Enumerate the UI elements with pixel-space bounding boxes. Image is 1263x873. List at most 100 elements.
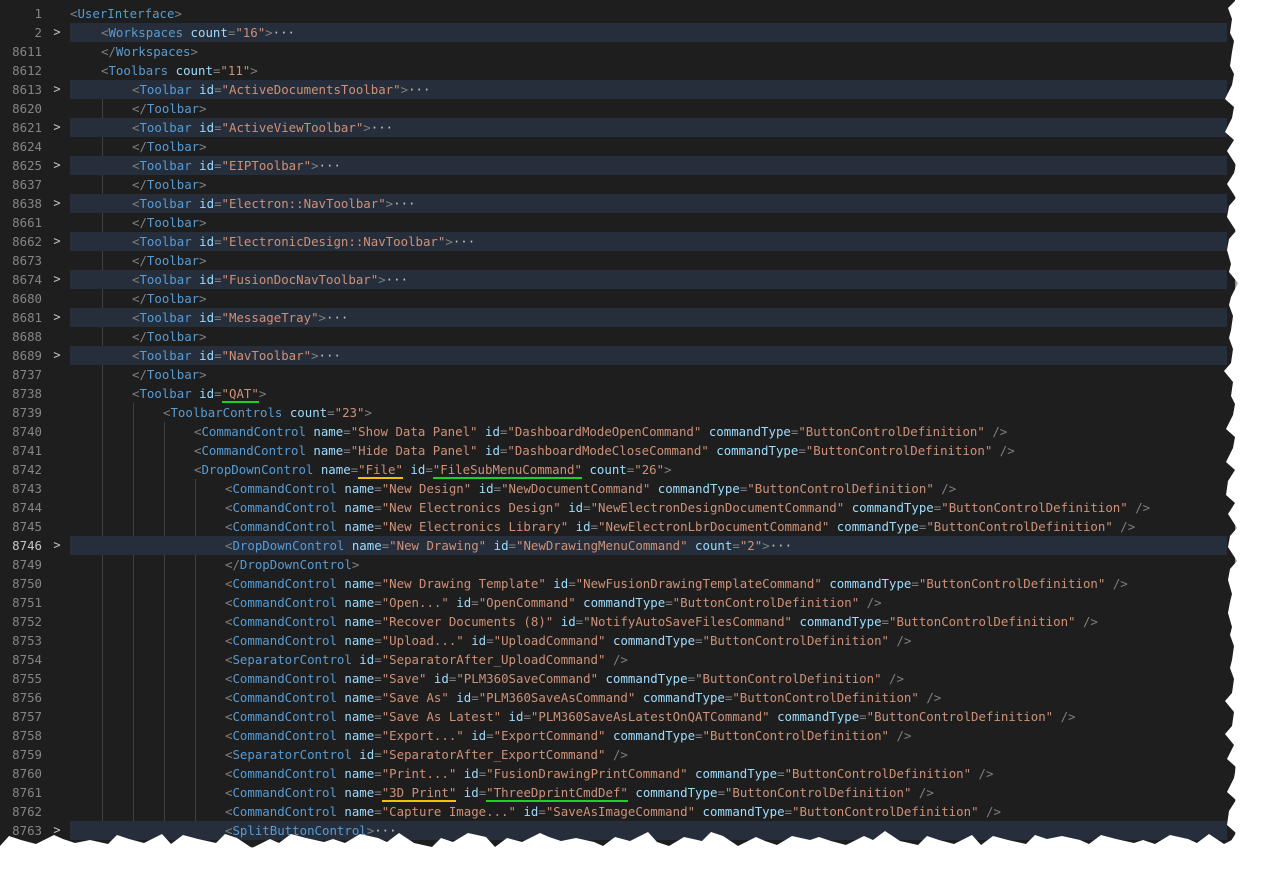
code-text[interactable]: <Toolbar id="QAT"> bbox=[132, 384, 266, 403]
code-text[interactable]: <Toolbar id="EIPToolbar">··· bbox=[132, 156, 341, 175]
code-text[interactable]: <CommandControl name="New Electronics De… bbox=[225, 498, 1150, 517]
code-text[interactable]: <SeparatorControl id="SeparatorAfter_Exp… bbox=[225, 745, 628, 764]
code-line[interactable]: 8740 <CommandControl name="Show Data Pane… bbox=[0, 422, 1235, 441]
code-line[interactable]: 8750 <CommandControl name="New Drawing Te… bbox=[0, 574, 1235, 593]
code-text[interactable]: <SplitButtonControl>··· bbox=[225, 821, 397, 840]
fold-chevron-icon[interactable]: > bbox=[50, 232, 64, 251]
folded-ellipsis-icon[interactable]: ··· bbox=[393, 196, 415, 211]
folded-code-line[interactable]: 8621 > <Toolbar id="ActiveViewToolbar">··· bbox=[0, 118, 1235, 137]
code-line[interactable]: 8749 </DropDownControl> bbox=[0, 555, 1235, 574]
code-text[interactable]: <Toolbar id="ElectronicDesign::NavToolba… bbox=[132, 232, 475, 251]
folded-ellipsis-icon[interactable]: ··· bbox=[374, 823, 396, 838]
code-line[interactable]: 8760 <CommandControl name="Print..." id="… bbox=[0, 764, 1235, 783]
code-text[interactable]: <CommandControl name="Show Data Panel" i… bbox=[194, 422, 1007, 441]
code-line[interactable]: 8612 <Toolbars count="11"> bbox=[0, 61, 1235, 80]
fold-chevron-icon[interactable]: > bbox=[50, 308, 64, 327]
code-text[interactable]: <Toolbar id="ActiveDocumentsToolbar">··· bbox=[132, 80, 430, 99]
fold-chevron-icon[interactable]: > bbox=[50, 821, 64, 840]
code-text[interactable]: </Workspaces> bbox=[101, 42, 198, 61]
code-line[interactable]: 8759 <SeparatorControl id="SeparatorAfter… bbox=[0, 745, 1235, 764]
code-text[interactable]: </Toolbar> bbox=[132, 289, 207, 308]
code-line[interactable]: 8745 <CommandControl name="New Electronic… bbox=[0, 517, 1235, 536]
folded-code-line[interactable]: 8625 > <Toolbar id="EIPToolbar">··· bbox=[0, 156, 1235, 175]
folded-code-line[interactable]: 8689 > <Toolbar id="NavToolbar">··· bbox=[0, 346, 1235, 365]
folded-ellipsis-icon[interactable]: ··· bbox=[326, 310, 348, 325]
code-text[interactable]: </Toolbar> bbox=[132, 137, 207, 156]
code-line[interactable]: 8738 <Toolbar id="QAT"> bbox=[0, 384, 1235, 403]
code-line[interactable]: 8637 </Toolbar> bbox=[0, 175, 1235, 194]
code-text[interactable]: <CommandControl name="Print..." id="Fusi… bbox=[225, 764, 993, 783]
fold-chevron-icon[interactable]: > bbox=[50, 194, 64, 213]
code-line[interactable]: 8756 <CommandControl name="Save As" id="P… bbox=[0, 688, 1235, 707]
fold-chevron-icon[interactable]: > bbox=[50, 23, 64, 42]
code-line[interactable]: 8744 <CommandControl name="New Electronic… bbox=[0, 498, 1235, 517]
code-text[interactable]: <ToolbarControls count="23"> bbox=[163, 403, 372, 422]
code-line[interactable]: 8688 </Toolbar> bbox=[0, 327, 1235, 346]
code-line[interactable]: 8680 </Toolbar> bbox=[0, 289, 1235, 308]
code-text[interactable]: <CommandControl name="New Electronics Li… bbox=[225, 517, 1135, 536]
code-line[interactable]: 8754 <SeparatorControl id="SeparatorAfter… bbox=[0, 650, 1235, 669]
code-text[interactable]: <CommandControl name="3D Print" id="Thre… bbox=[225, 783, 934, 802]
fold-chevron-icon[interactable]: > bbox=[50, 346, 64, 365]
code-text[interactable]: <CommandControl name="Save" id="PLM360Sa… bbox=[225, 669, 904, 688]
code-text[interactable]: <Toolbar id="FusionDocNavToolbar">··· bbox=[132, 270, 408, 289]
folded-code-line[interactable]: 8613 > <Toolbar id="ActiveDocumentsToolbar… bbox=[0, 80, 1235, 99]
folded-ellipsis-icon[interactable]: ··· bbox=[319, 158, 341, 173]
code-text[interactable]: <Toolbars count="11"> bbox=[101, 61, 258, 80]
folded-ellipsis-icon[interactable]: ··· bbox=[453, 234, 475, 249]
code-text[interactable]: </Toolbar> bbox=[132, 251, 207, 270]
fold-chevron-icon[interactable]: > bbox=[50, 270, 64, 289]
folded-code-line[interactable]: 8638 > <Toolbar id="Electron::NavToolbar">… bbox=[0, 194, 1235, 213]
code-text[interactable]: <Workspaces count="16">··· bbox=[101, 23, 295, 42]
code-text[interactable]: <SeparatorControl id="SeparatorAfter_Upl… bbox=[225, 650, 628, 669]
code-text[interactable]: </Toolbar> bbox=[132, 99, 207, 118]
code-text[interactable]: <Toolbar id="Electron::NavToolbar">··· bbox=[132, 194, 416, 213]
folded-ellipsis-icon[interactable]: ··· bbox=[273, 25, 295, 40]
code-text[interactable]: <DropDownControl name="New Drawing" id="… bbox=[225, 536, 792, 555]
code-text[interactable]: <CommandControl name="New Design" id="Ne… bbox=[225, 479, 956, 498]
code-text[interactable]: <CommandControl name="Capture Image..." … bbox=[225, 802, 1001, 821]
folded-ellipsis-icon[interactable]: ··· bbox=[319, 348, 341, 363]
code-text[interactable]: <Toolbar id="MessageTray">··· bbox=[132, 308, 348, 327]
folded-code-line[interactable]: 8674 > <Toolbar id="FusionDocNavToolbar">·… bbox=[0, 270, 1235, 289]
code-line[interactable]: 8755 <CommandControl name="Save" id="PLM3… bbox=[0, 669, 1235, 688]
code-line[interactable]: 8620 </Toolbar> bbox=[0, 99, 1235, 118]
code-line[interactable]: 8673 </Toolbar> bbox=[0, 251, 1235, 270]
fold-chevron-icon[interactable]: > bbox=[50, 156, 64, 175]
code-text[interactable]: <CommandControl name="Upload..." id="Upl… bbox=[225, 631, 911, 650]
code-text[interactable]: <Toolbar id="NavToolbar">··· bbox=[132, 346, 341, 365]
code-line[interactable]: 8758 <CommandControl name="Export..." id=… bbox=[0, 726, 1235, 745]
code-line[interactable]: 8753 <CommandControl name="Upload..." id=… bbox=[0, 631, 1235, 650]
code-text[interactable]: </Toolbar> bbox=[132, 213, 207, 232]
code-line[interactable]: 8751 <CommandControl name="Open..." id="O… bbox=[0, 593, 1235, 612]
code-line[interactable]: 8752 <CommandControl name="Recover Docume… bbox=[0, 612, 1235, 631]
code-text[interactable]: <CommandControl name="Recover Documents … bbox=[225, 612, 1098, 631]
fold-chevron-icon[interactable]: > bbox=[50, 536, 64, 555]
folded-code-line[interactable]: 8763 > <SplitButtonControl>··· bbox=[0, 821, 1235, 840]
code-text[interactable]: <CommandControl name="Open..." id="OpenC… bbox=[225, 593, 882, 612]
folded-ellipsis-icon[interactable]: ··· bbox=[386, 272, 408, 287]
code-text[interactable]: <CommandControl name="New Drawing Templa… bbox=[225, 574, 1128, 593]
code-text[interactable]: </Toolbar> bbox=[132, 175, 207, 194]
code-text[interactable]: <DropDownControl name="File" id="FileSub… bbox=[194, 460, 672, 479]
fold-chevron-icon[interactable]: > bbox=[50, 118, 64, 137]
fold-chevron-icon[interactable]: > bbox=[50, 80, 64, 99]
code-editor[interactable]: 1 <UserInterface> 2 > <Workspaces count="16"… bbox=[0, 0, 1235, 847]
code-text[interactable]: <CommandControl name="Export..." id="Exp… bbox=[225, 726, 911, 745]
code-line[interactable]: 1 <UserInterface> bbox=[0, 4, 1235, 23]
code-text[interactable]: <CommandControl name="Save As" id="PLM36… bbox=[225, 688, 941, 707]
code-text[interactable]: <CommandControl name="Hide Data Panel" i… bbox=[194, 441, 1015, 460]
code-text[interactable]: <Toolbar id="ActiveViewToolbar">··· bbox=[132, 118, 393, 137]
folded-code-line[interactable]: 8662 > <Toolbar id="ElectronicDesign::NavT… bbox=[0, 232, 1235, 251]
code-line[interactable]: 8742 <DropDownControl name="File" id="Fil… bbox=[0, 460, 1235, 479]
code-line[interactable]: 8741 <CommandControl name="Hide Data Pane… bbox=[0, 441, 1235, 460]
code-text[interactable]: </Toolbar> bbox=[132, 327, 207, 346]
code-line[interactable]: 8661 </Toolbar> bbox=[0, 213, 1235, 232]
code-line[interactable]: 8762 <CommandControl name="Capture Image.… bbox=[0, 802, 1235, 821]
code-text[interactable]: </DropDownControl> bbox=[225, 555, 359, 574]
code-line[interactable]: 8624 </Toolbar> bbox=[0, 137, 1235, 156]
code-line[interactable]: 8739 <ToolbarControls count="23"> bbox=[0, 403, 1235, 422]
code-line[interactable]: 8743 <CommandControl name="New Design" id… bbox=[0, 479, 1235, 498]
folded-ellipsis-icon[interactable]: ··· bbox=[408, 82, 430, 97]
folded-ellipsis-icon[interactable]: ··· bbox=[371, 120, 393, 135]
